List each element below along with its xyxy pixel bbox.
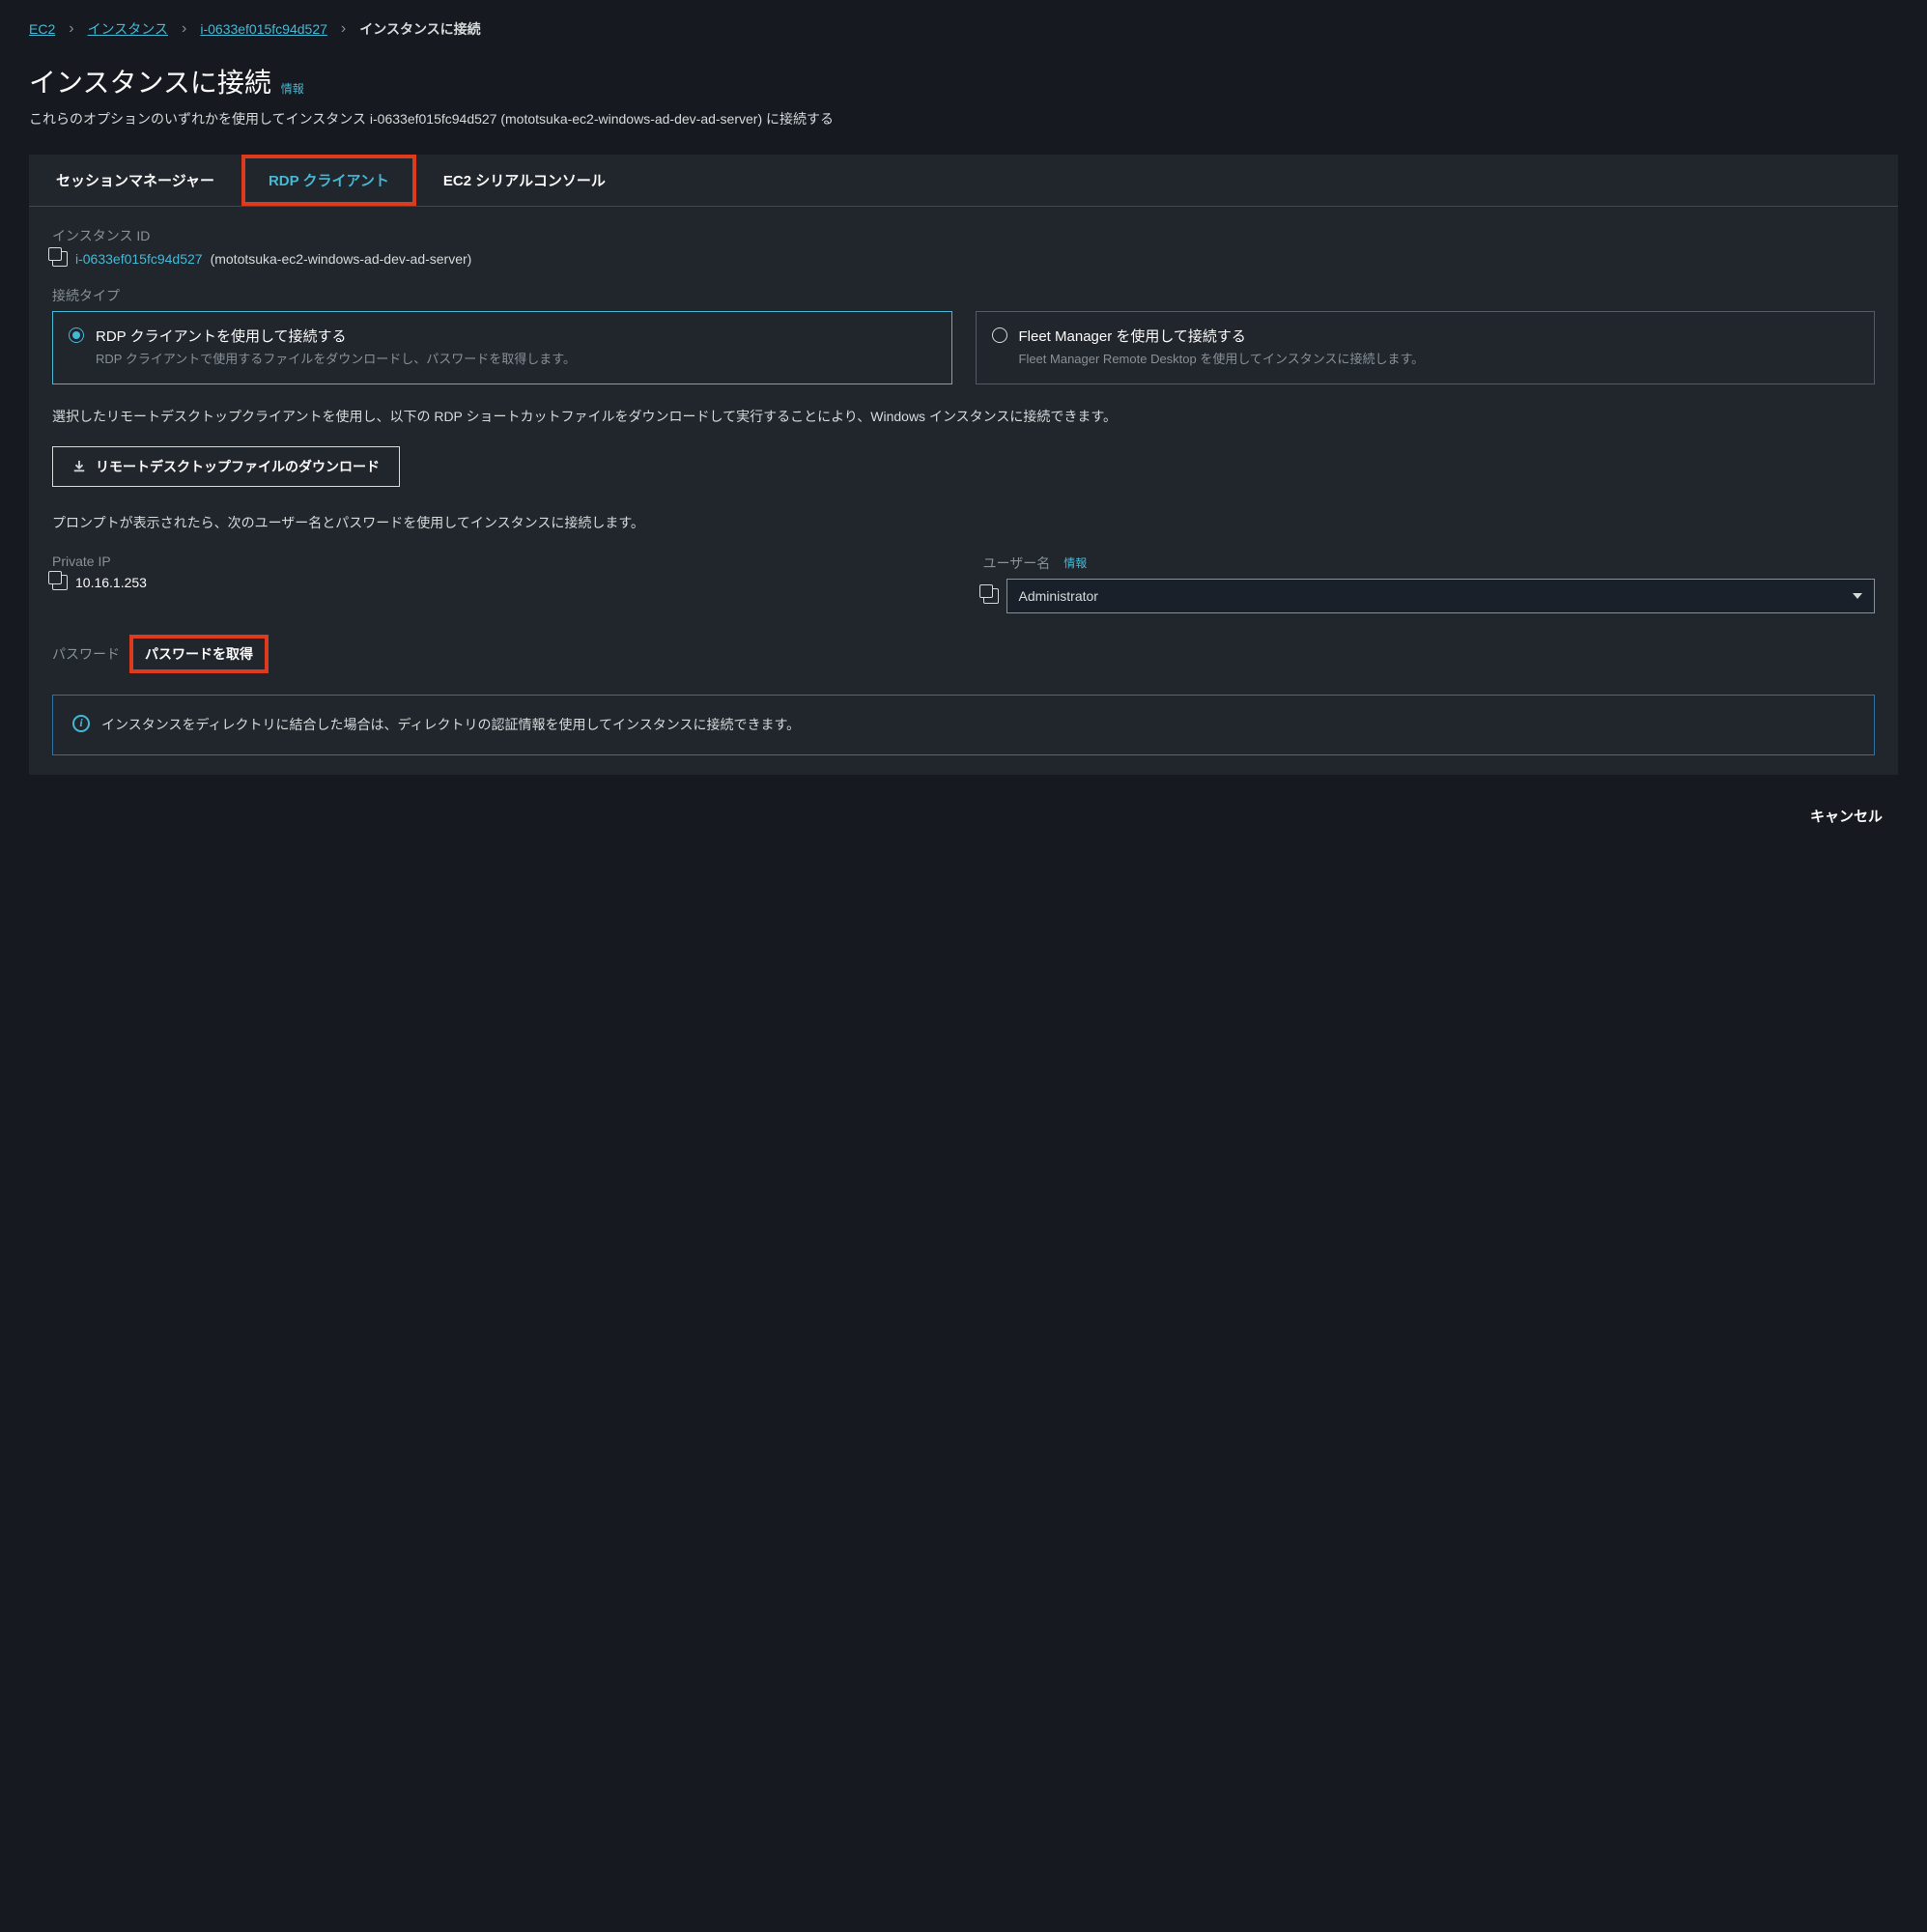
chevron-right-icon: › <box>182 20 186 38</box>
download-rdp-button[interactable]: リモートデスクトップファイルのダウンロード <box>52 446 400 487</box>
radio-rdp-title: RDP クライアントを使用して接続する <box>96 326 576 346</box>
private-ip-label: Private IP <box>52 554 945 569</box>
username-label: ユーザー名 <box>983 554 1051 573</box>
get-password-button[interactable]: パスワードを取得 <box>131 637 267 671</box>
credentials-row: Private IP 10.16.1.253 ユーザー名 情報 Administ… <box>52 554 1875 613</box>
radio-rdp-client[interactable]: RDP クライアントを使用して接続する RDP クライアントで使用するファイルを… <box>52 311 952 384</box>
username-info-link[interactable]: 情報 <box>1063 554 1087 571</box>
connection-type-row: RDP クライアントを使用して接続する RDP クライアントで使用するファイルを… <box>52 311 1875 384</box>
download-button-label: リモートデスクトップファイルのダウンロード <box>96 457 380 476</box>
info-link[interactable]: 情報 <box>281 82 304 96</box>
copy-icon[interactable] <box>983 588 999 604</box>
footer: キャンセル <box>29 775 1898 841</box>
radio-fleet-manager[interactable]: Fleet Manager を使用して接続する Fleet Manager Re… <box>976 311 1876 384</box>
info-box: i インスタンスをディレクトリに結合した場合は、ディレクトリの認証情報を使用して… <box>52 695 1875 755</box>
breadcrumb-instances[interactable]: インスタンス <box>88 19 168 39</box>
username-value: Administrator <box>1019 588 1098 604</box>
instruction-credentials: プロンプトが表示されたら、次のユーザー名とパスワードを使用してインスタンスに接続… <box>52 510 1875 536</box>
instance-name: (mototsuka-ec2-windows-ad-dev-ad-server) <box>211 251 472 267</box>
page-description: これらのオプションのいずれかを使用してインスタンス i-0633ef015fc9… <box>29 108 1898 131</box>
radio-icon <box>69 327 84 343</box>
breadcrumb: EC2 › インスタンス › i-0633ef015fc94d527 › インス… <box>29 19 1898 39</box>
instruction-download: 選択したリモートデスクトップクライアントを使用し、以下の RDP ショートカット… <box>52 404 1875 430</box>
info-box-text: インスタンスをディレクトリに結合した場合は、ディレクトリの認証情報を使用してイン… <box>101 713 800 737</box>
page-title: インスタンスに接続 <box>29 62 271 100</box>
password-row: パスワード パスワードを取得 <box>52 637 1875 671</box>
tab-rdp-client[interactable]: RDP クライアント <box>241 155 416 206</box>
breadcrumb-ec2[interactable]: EC2 <box>29 21 55 37</box>
radio-fleet-desc: Fleet Manager Remote Desktop を使用してインスタンス… <box>1019 350 1425 370</box>
instance-id-link[interactable]: i-0633ef015fc94d527 <box>75 251 203 267</box>
info-icon: i <box>72 715 90 732</box>
tab-serial-console[interactable]: EC2 シリアルコンソール <box>416 155 633 206</box>
breadcrumb-current: インスタンスに接続 <box>359 19 480 39</box>
instance-id-row: i-0633ef015fc94d527 (mototsuka-ec2-windo… <box>52 251 1875 267</box>
chevron-down-icon <box>1853 593 1862 599</box>
radio-rdp-desc: RDP クライアントで使用するファイルをダウンロードし、パスワードを取得します。 <box>96 350 576 370</box>
tab-body: インスタンス ID i-0633ef015fc94d527 (mototsuka… <box>29 207 1898 775</box>
username-select[interactable]: Administrator <box>1006 579 1876 613</box>
chevron-right-icon: › <box>341 20 346 38</box>
password-label: パスワード <box>52 644 120 664</box>
breadcrumb-instance-id[interactable]: i-0633ef015fc94d527 <box>200 21 327 37</box>
download-icon <box>72 460 86 473</box>
chevron-right-icon: › <box>69 20 73 38</box>
tab-session-manager[interactable]: セッションマネージャー <box>29 155 241 206</box>
instance-id-label: インスタンス ID <box>52 226 1875 245</box>
radio-fleet-title: Fleet Manager を使用して接続する <box>1019 326 1425 346</box>
private-ip-value: 10.16.1.253 <box>75 575 147 590</box>
copy-icon[interactable] <box>52 575 68 590</box>
main-panel: セッションマネージャー RDP クライアント EC2 シリアルコンソール インス… <box>29 155 1898 775</box>
tabs: セッションマネージャー RDP クライアント EC2 シリアルコンソール <box>29 155 1898 207</box>
connection-type-label: 接続タイプ <box>52 286 1875 305</box>
radio-icon <box>992 327 1007 343</box>
private-ip-row: 10.16.1.253 <box>52 575 945 590</box>
copy-icon[interactable] <box>52 251 68 267</box>
cancel-button[interactable]: キャンセル <box>1795 798 1898 834</box>
